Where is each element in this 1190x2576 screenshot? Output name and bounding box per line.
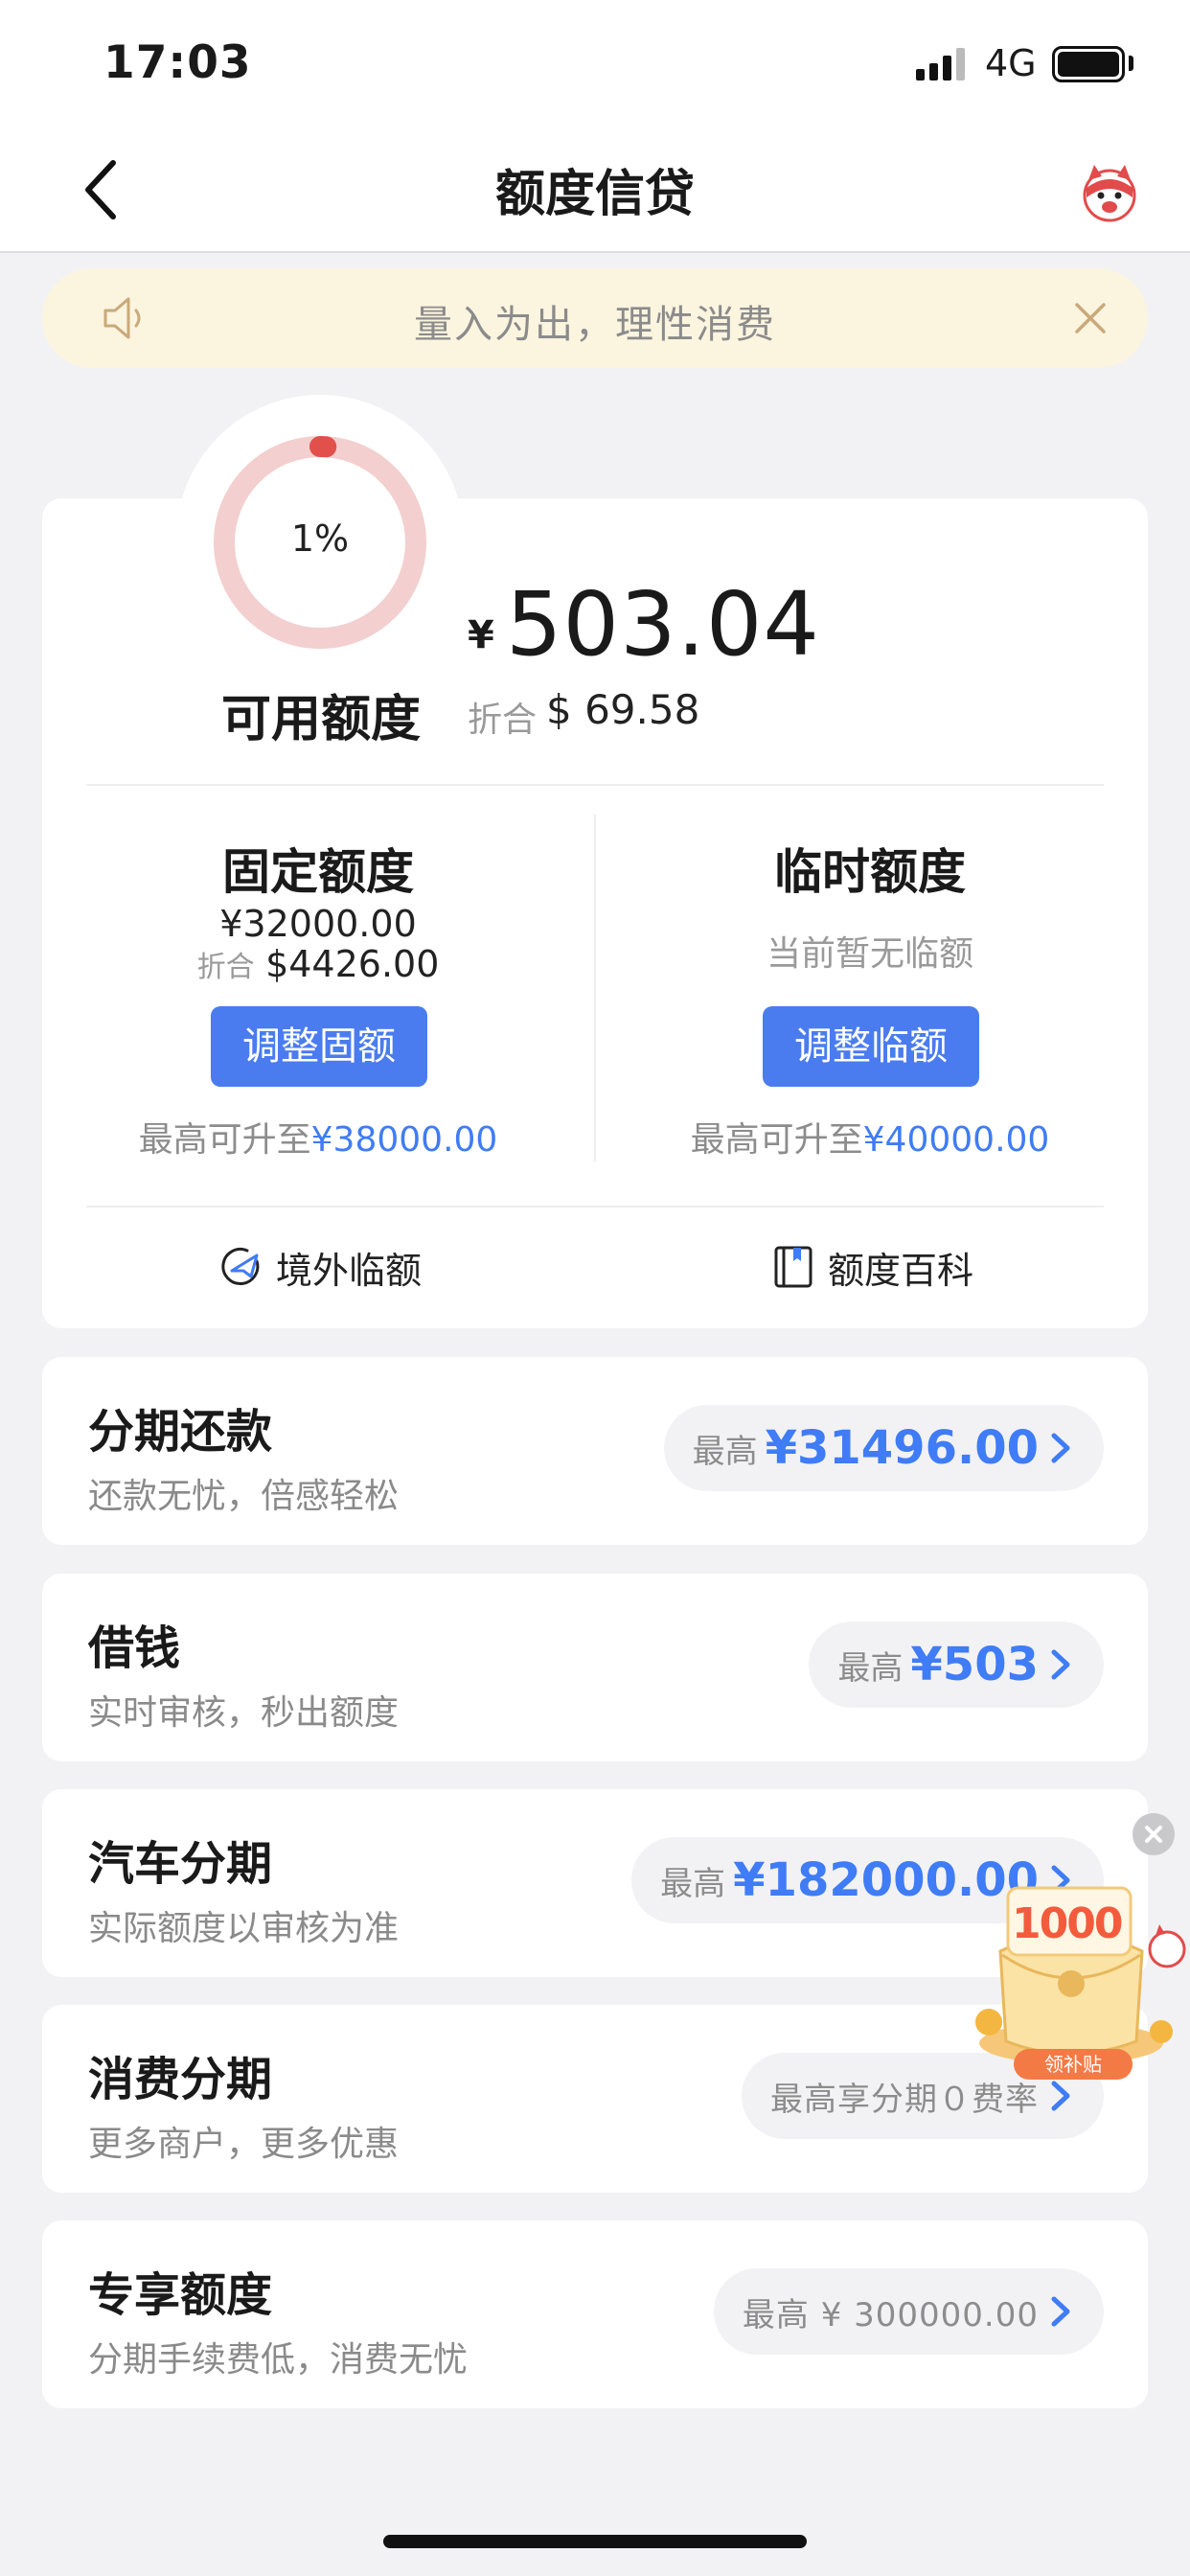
fixed-quota-title: 固定额度 xyxy=(222,844,414,900)
overseas-temp-quota-link[interactable]: 境外临额 xyxy=(218,1238,422,1296)
divider xyxy=(86,1206,1104,1208)
product-title: 消费分期 xyxy=(88,2053,273,2106)
product-subtitle: 还款无忧，倍感轻松 xyxy=(88,1477,400,1516)
adjust-fixed-button[interactable]: 调整固额 xyxy=(211,1006,427,1087)
temp-quota-max: 最高可升至¥40000.00 xyxy=(690,1120,1050,1160)
product-title: 专享额度 xyxy=(88,2268,273,2322)
close-icon[interactable] xyxy=(1069,297,1111,339)
status-bar: 17:03 4G xyxy=(0,0,1190,126)
quota-wiki-link[interactable]: 额度百科 xyxy=(770,1238,973,1296)
network-type: 4G xyxy=(985,42,1037,84)
adjust-temp-button[interactable]: 调整临额 xyxy=(763,1006,979,1087)
fixed-quota-equiv: 折合 $4426.00 xyxy=(196,943,440,985)
product-subtitle: 实际额度以审核为准 xyxy=(88,1909,400,1948)
divider xyxy=(86,784,1104,786)
available-label: 可用额度 xyxy=(220,691,421,748)
product-title: 借钱 xyxy=(88,1622,181,1675)
usage-percent: 1% xyxy=(290,518,350,560)
product-title: 汽车分期 xyxy=(88,1837,273,1891)
status-time: 17:03 xyxy=(103,36,252,89)
page-title: 额度信贷 xyxy=(494,166,695,223)
product-card-borrow[interactable]: 借钱 实时审核，秒出额度 最高 ¥503 xyxy=(42,1574,1148,1761)
book-icon xyxy=(774,1246,812,1288)
promo-close-button[interactable] xyxy=(1133,1813,1175,1855)
fixed-quota-amount: ¥32000.00 xyxy=(219,903,417,945)
promo-badge: 1000 xyxy=(1012,1899,1123,1948)
product-subtitle: 分期手续费低，消费无忧 xyxy=(88,2340,469,2380)
available-equiv-label: 折合 xyxy=(468,701,538,740)
product-card-installment-repay[interactable]: 分期还款 还款无忧，倍感轻松 最高 ¥31496.00 xyxy=(42,1357,1148,1545)
temp-quota-status: 当前暂无临额 xyxy=(766,934,973,974)
product-limit-pill[interactable]: 最高 ¥503 xyxy=(809,1622,1104,1708)
mascot-service-icon[interactable] xyxy=(1077,159,1142,224)
notice-banner: 量入为出，理性消费 xyxy=(42,268,1148,368)
nav-bar: 额度信贷 xyxy=(0,126,1190,253)
product-limit-pill[interactable]: 最高 ¥ 300000.00 xyxy=(713,2268,1104,2355)
temp-quota-title: 临时额度 xyxy=(774,844,966,900)
available-equiv-value: $ 69.58 xyxy=(546,686,700,733)
battery-tip xyxy=(1129,56,1133,71)
signal-icon xyxy=(916,48,968,80)
product-subtitle: 实时审核，秒出额度 xyxy=(88,1693,400,1733)
tool-label: 境外临额 xyxy=(276,1249,423,1292)
promo-tag[interactable]: 领补贴 xyxy=(1014,2049,1133,2080)
chevron-right-icon xyxy=(1051,1649,1070,1680)
available-amount: 503.04 xyxy=(506,573,820,676)
product-limit-pill[interactable]: 最高 ¥31496.00 xyxy=(663,1405,1104,1491)
tool-label: 额度百科 xyxy=(828,1249,974,1292)
product-subtitle: 更多商户，更多优惠 xyxy=(88,2125,400,2164)
close-icon xyxy=(1145,1826,1162,1843)
notice-text: 量入为出，理性消费 xyxy=(414,303,776,347)
currency-symbol: ¥ xyxy=(468,613,494,657)
home-indicator xyxy=(383,2535,807,2548)
column-divider xyxy=(594,815,596,1162)
product-card-exclusive-quota[interactable]: 专享额度 分期手续费低，消费无忧 最高 ¥ 300000.00 xyxy=(42,2220,1148,2408)
airplane-globe-icon xyxy=(221,1248,260,1285)
credit-quota-page: 17:03 4G 额度信贷 量入为出，理性消费 1% 可用额度 ¥ 503.04… xyxy=(0,0,1190,2576)
fixed-quota-max: 最高可升至¥38000.00 xyxy=(138,1120,498,1160)
battery-icon xyxy=(1052,46,1125,82)
chevron-right-icon xyxy=(1051,2296,1070,2327)
product-title: 分期还款 xyxy=(88,1405,273,1459)
chevron-right-icon xyxy=(1051,1433,1070,1463)
